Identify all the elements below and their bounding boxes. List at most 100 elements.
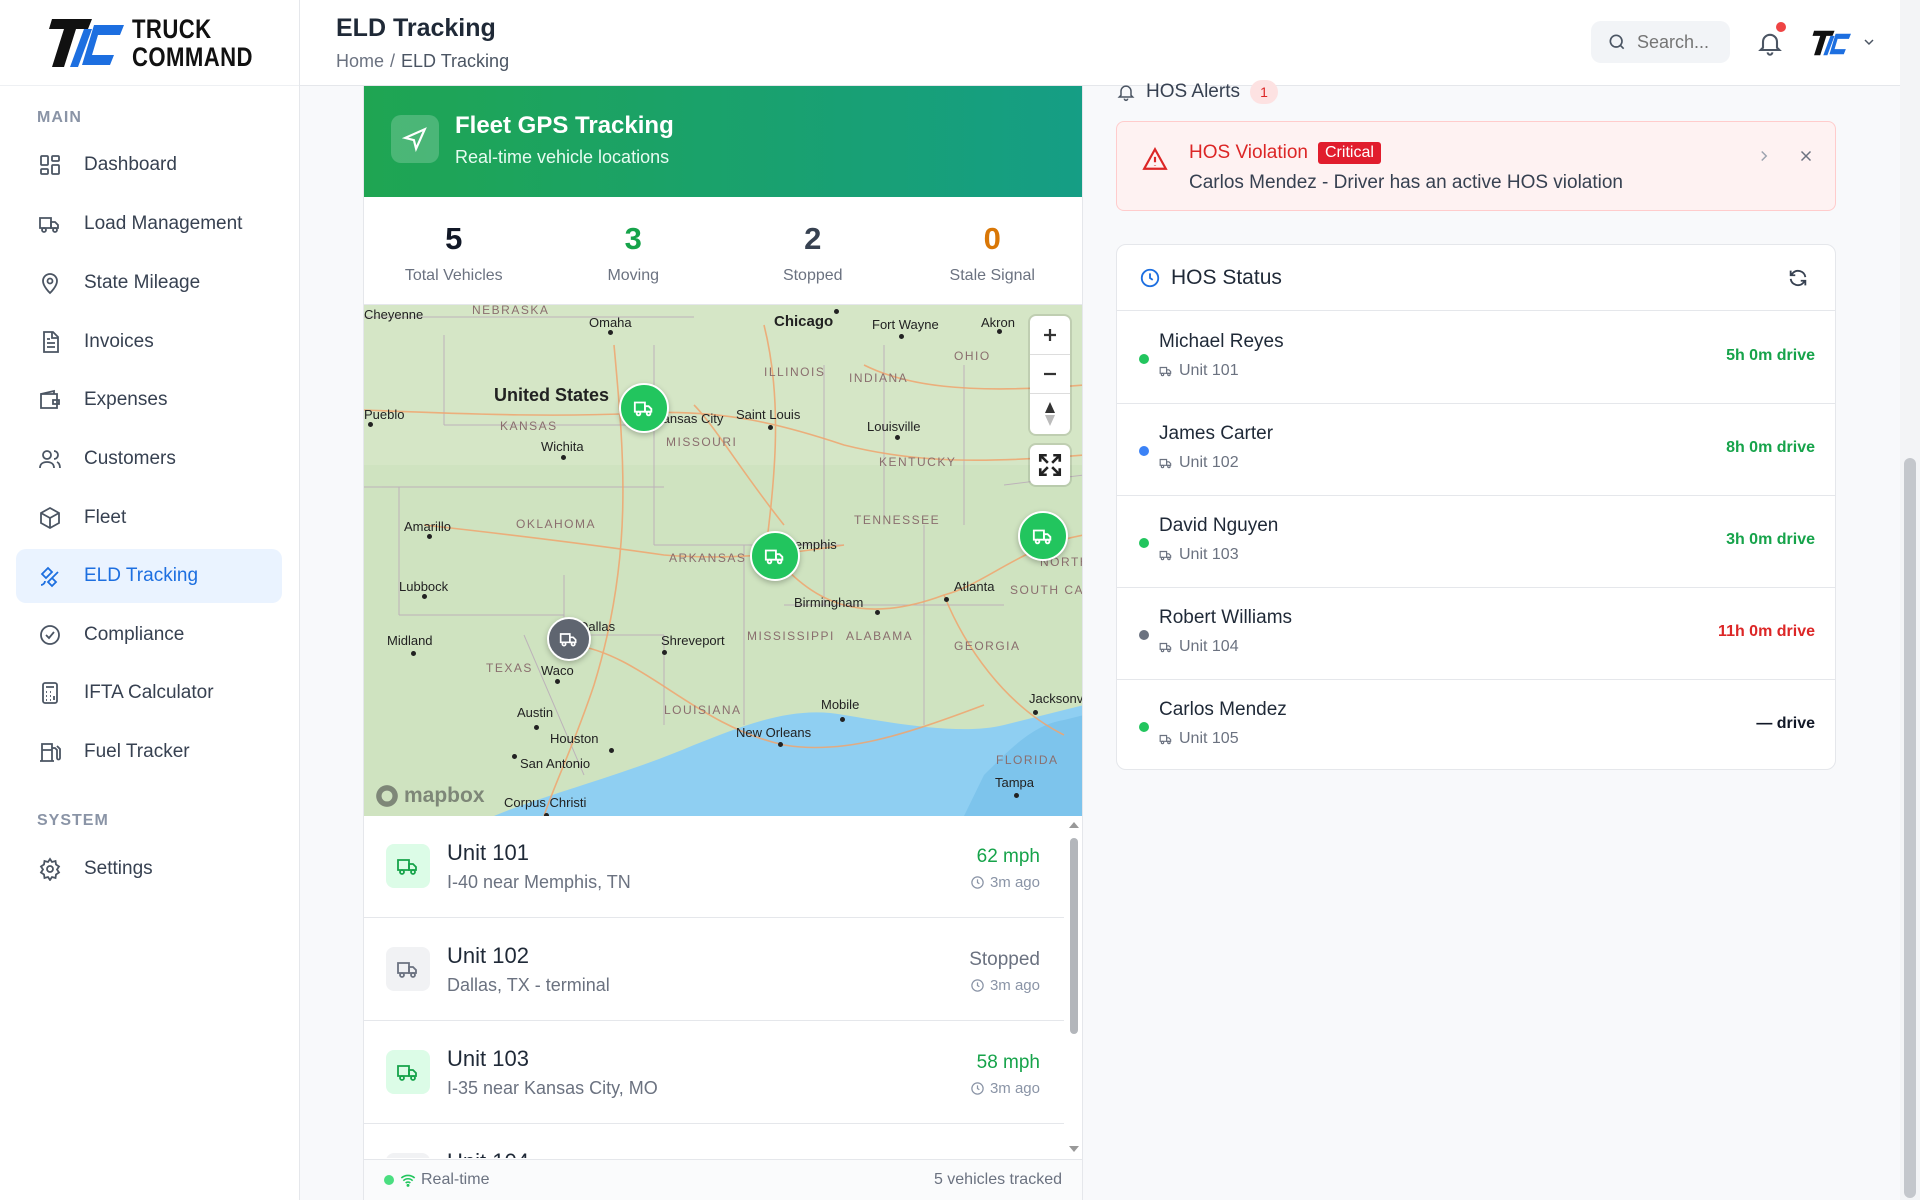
zoom-in-button[interactable] (1030, 316, 1070, 355)
vehicle-row[interactable]: Unit 104 (364, 1125, 1064, 1158)
truck-icon (386, 844, 430, 888)
sidebar-item-compliance[interactable]: Compliance (16, 608, 282, 662)
hos-violation-alert[interactable]: HOS Violation Critical Carlos Mendez - D… (1116, 121, 1836, 211)
vehicle-row[interactable]: Unit 103 I-35 near Kansas City, MO 58 mp… (364, 1022, 1064, 1124)
vehicle-marker-stopped[interactable] (547, 617, 591, 661)
chevron-down-icon[interactable] (1861, 34, 1877, 50)
gps-title: Fleet GPS Tracking (455, 112, 674, 139)
truck-icon (559, 633, 577, 647)
map-state-label: MISSISSIPPI (747, 629, 835, 643)
mapbox-logo-icon (376, 785, 398, 807)
gps-panel-header: Fleet GPS Tracking Real-time vehicle loc… (364, 86, 1082, 197)
zoom-out-button[interactable] (1030, 355, 1070, 394)
vehicle-speed: 58 mph (976, 1052, 1040, 1073)
map-city-dot (778, 742, 783, 747)
map-city-dot (561, 455, 566, 460)
fleet-map[interactable]: Cheyenne Omaha Chicago Fort Wayne Akron … (364, 305, 1082, 816)
breadcrumb: Home / ELD Tracking (336, 51, 509, 72)
live-indicator-dot (384, 1175, 394, 1185)
sidebar-item-label: ELD Tracking (84, 565, 199, 586)
map-city-label: Tampa (995, 775, 1035, 790)
nav-section-main: MAIN (37, 109, 82, 126)
map-city-dot (662, 650, 667, 655)
map-city-dot (840, 717, 845, 722)
mapbox-attribution[interactable]: mapbox (374, 783, 485, 809)
sidebar-item-expenses[interactable]: Expenses (16, 373, 282, 427)
chevron-right-icon[interactable] (1755, 147, 1773, 165)
breadcrumb-home[interactable]: Home (336, 51, 384, 71)
clock-icon (971, 1082, 984, 1095)
vehicle-unit: Unit 102 (447, 943, 529, 968)
map-city-label: Wichita (541, 439, 584, 454)
map-city-label: Atlanta (954, 579, 995, 594)
driver-unit-label: Unit 101 (1179, 362, 1239, 379)
user-avatar-icon[interactable] (1812, 24, 1852, 62)
map-city-label: Chicago (774, 313, 834, 330)
page-scrollbar-thumb[interactable] (1904, 458, 1916, 1198)
sidebar-item-label: Fleet (84, 507, 127, 528)
vehicle-unit: Unit 103 (447, 1046, 529, 1071)
truck-icon (764, 549, 784, 565)
satellite-icon (37, 563, 63, 589)
sidebar-item-label: Load Management (84, 213, 243, 234)
search-input[interactable] (1637, 31, 1727, 53)
vehicle-marker-moving[interactable] (750, 531, 800, 581)
search-box[interactable] (1591, 21, 1730, 63)
hos-status-header: HOS Status (1117, 245, 1835, 311)
sidebar-item-customers[interactable]: Customers (16, 432, 282, 486)
hos-driver-row[interactable]: Carlos Mendez Unit 105 — drive (1117, 680, 1835, 769)
sidebar-item-dashboard[interactable]: Dashboard (16, 138, 282, 192)
sidebar-item-label: Compliance (84, 624, 185, 645)
sidebar-item-fuel-tracker[interactable]: Fuel Tracker (16, 725, 282, 779)
map-city-label: Akron (981, 315, 1015, 330)
notification-bell-icon[interactable] (1756, 28, 1784, 58)
compass-button[interactable] (1030, 394, 1070, 433)
close-icon[interactable] (1797, 147, 1815, 165)
vehicle-row[interactable]: Unit 101 I-40 near Memphis, TN 62 mph 3m… (364, 816, 1064, 918)
map-city-label: Louisville (867, 419, 921, 434)
map-city-label: Lubbock (399, 579, 449, 594)
sidebar-item-invoices[interactable]: Invoices (16, 315, 282, 369)
truck-icon (1159, 642, 1172, 653)
status-dot (1139, 722, 1149, 732)
driver-name: Michael Reyes (1159, 331, 1284, 352)
sidebar-item-settings[interactable]: Settings (16, 842, 282, 896)
map-state-label: TENNESSEE (854, 513, 941, 527)
hos-driver-row[interactable]: David Nguyen Unit 103 3h 0m drive (1117, 496, 1835, 588)
vehicle-list-footer: Real-time 5 vehicles tracked (364, 1159, 1082, 1200)
users-icon (37, 446, 63, 472)
sidebar-item-fleet[interactable]: Fleet (16, 491, 282, 545)
alert-message: Carlos Mendez - Driver has an active HOS… (1189, 172, 1624, 193)
vehicle-unit: Unit 104 (447, 1149, 529, 1158)
map-state-label: KANSAS (500, 419, 558, 433)
hos-driver-row[interactable]: Michael Reyes Unit 101 5h 0m drive (1117, 312, 1835, 404)
page-title: ELD Tracking (336, 14, 496, 42)
gps-subtitle: Real-time vehicle locations (455, 147, 670, 167)
minus-icon (1044, 372, 1056, 376)
wallet-icon (37, 387, 63, 413)
sidebar-item-eld-tracking[interactable]: ELD Tracking (16, 549, 282, 603)
sidebar-item-load-management[interactable]: Load Management (16, 197, 282, 251)
map-state-label: ARKANSAS (669, 551, 747, 565)
vehicle-last-update: 3m ago (970, 874, 1040, 891)
vehicle-row[interactable]: Unit 102 Dallas, TX - terminal Stopped 3… (364, 919, 1064, 1021)
hos-driver-row[interactable]: James Carter Unit 102 8h 0m drive (1117, 404, 1835, 496)
hos-driver-row[interactable]: Robert Williams Unit 104 11h 0m drive (1117, 588, 1835, 680)
vehicle-marker-moving[interactable] (619, 383, 669, 433)
map-city-dot (411, 651, 416, 656)
vehicle-time: 3m ago (989, 874, 1040, 891)
refresh-icon[interactable] (1787, 267, 1809, 289)
driver-unit: Unit 104 (1159, 638, 1239, 656)
map-city-dot (534, 725, 539, 730)
vehicle-marker-moving[interactable] (1018, 511, 1068, 561)
fullscreen-button[interactable] (1030, 445, 1070, 485)
sidebar-item-state-mileage[interactable]: State Mileage (16, 256, 282, 310)
vehicle-list-scrollbar[interactable] (1066, 816, 1082, 1158)
map-city-dot (555, 679, 560, 684)
brand-logo[interactable]: TRUCK COMMAND (0, 0, 299, 86)
package-icon (37, 505, 63, 531)
sidebar: TRUCK COMMAND MAIN Dashboard Load Manage… (0, 0, 300, 1200)
truck-icon (633, 401, 653, 417)
sidebar-item-ifta-calculator[interactable]: IFTA Calculator (16, 666, 282, 720)
vehicle-list: Unit 101 I-40 near Memphis, TN 62 mph 3m… (364, 816, 1082, 1158)
